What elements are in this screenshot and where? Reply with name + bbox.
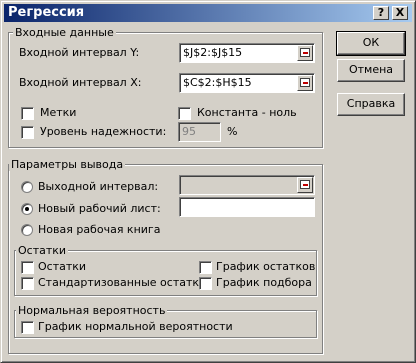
- output-range-label: Выходной интервал:: [38, 180, 159, 193]
- residuals-group-label: Остатки: [16, 244, 69, 257]
- residuals-checkbox[interactable]: [21, 261, 34, 274]
- input-x-field[interactable]: $C$2:$H$15: [179, 73, 315, 93]
- new-sheet-radio[interactable]: [21, 203, 33, 215]
- input-y-collapse-button[interactable]: [297, 45, 313, 61]
- standardized-residuals-checkbox[interactable]: [21, 277, 34, 290]
- new-workbook-radio[interactable]: [21, 224, 33, 236]
- title-bar[interactable]: Регрессия ? X: [4, 4, 412, 22]
- output-range-field[interactable]: [179, 175, 315, 195]
- range-select-icon: [300, 78, 310, 87]
- cancel-button[interactable]: Отмена: [337, 59, 405, 82]
- normal-plot-label: График нормальной вероятности: [38, 320, 233, 333]
- range-select-icon: [300, 180, 310, 189]
- new-workbook-label: Новая рабочая книга: [38, 223, 161, 236]
- output-range-collapse-button[interactable]: [297, 177, 313, 193]
- confidence-checkbox[interactable]: [21, 126, 34, 139]
- input-x-value: $C$2:$H$15: [183, 76, 252, 89]
- input-y-field[interactable]: $J$2:$J$15: [179, 43, 315, 63]
- normal-probability-group-label: Нормальная вероятность: [16, 304, 168, 317]
- range-select-icon: [300, 48, 310, 57]
- constant-zero-checkbox[interactable]: [178, 107, 191, 120]
- line-fit-plots-checkbox[interactable]: [199, 277, 212, 290]
- line-fit-plots-label: График подбора: [216, 276, 312, 289]
- constant-zero-label: Константа - ноль: [197, 106, 297, 119]
- new-sheet-field[interactable]: [179, 197, 315, 217]
- confidence-field[interactable]: 95: [178, 122, 221, 142]
- dialog-title: Регрессия: [8, 5, 85, 20]
- ok-button[interactable]: ОК: [336, 31, 406, 56]
- regression-dialog: Регрессия ? X Входные данные Входной инт…: [0, 0, 416, 363]
- close-title-button[interactable]: X: [392, 6, 408, 20]
- input-y-value: $J$2:$J$15: [183, 46, 243, 59]
- confidence-label: Уровень надежности:: [40, 125, 167, 138]
- residual-plots-checkbox[interactable]: [199, 261, 212, 274]
- output-options-group-label: Параметры вывода: [9, 158, 126, 171]
- standardized-residuals-label: Стандартизованные остатки: [38, 276, 207, 289]
- output-range-radio[interactable]: [21, 181, 33, 193]
- new-sheet-label: Новый рабочий лист:: [38, 202, 161, 215]
- input-x-label: Входной интервал X:: [19, 76, 142, 89]
- help-title-button[interactable]: ?: [373, 6, 389, 20]
- residuals-label: Остатки: [38, 260, 87, 273]
- input-x-collapse-button[interactable]: [297, 75, 313, 91]
- labels-checkbox[interactable]: [21, 107, 34, 120]
- help-button[interactable]: Справка: [337, 93, 405, 116]
- labels-label: Метки: [40, 106, 77, 119]
- input-y-label: Входной интервал Y:: [19, 46, 140, 59]
- residual-plots-label: График остатков: [216, 260, 316, 273]
- confidence-unit: %: [227, 125, 238, 138]
- input-data-group-label: Входные данные: [13, 26, 116, 39]
- normal-plot-checkbox[interactable]: [21, 321, 34, 334]
